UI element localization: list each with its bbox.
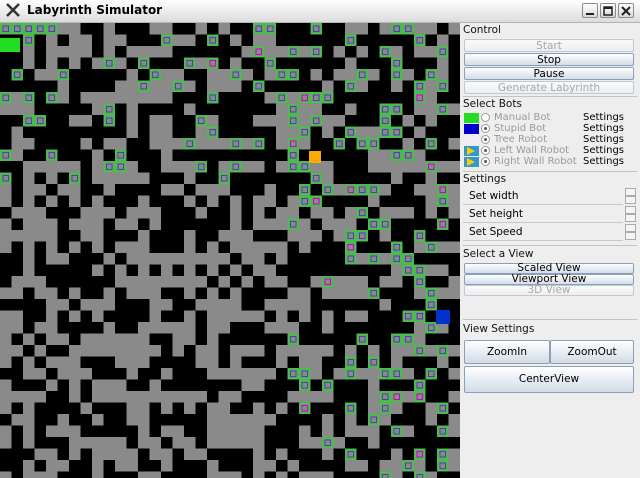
- control-panel: Control Start Stop Pause Generate Labyri…: [460, 23, 640, 478]
- spin-up-icon[interactable]: [625, 224, 636, 232]
- divider: [463, 171, 637, 172]
- left-wall-robot-radio[interactable]: [481, 146, 490, 155]
- set-width-label: Set width: [469, 190, 519, 202]
- maze-viewport[interactable]: [0, 23, 460, 478]
- spin-down-icon[interactable]: [625, 196, 636, 204]
- spin-up-icon[interactable]: [625, 188, 636, 196]
- settings-heading: Settings: [463, 173, 507, 185]
- start-marker: [0, 38, 20, 52]
- spin-down-icon[interactable]: [625, 214, 636, 222]
- set-speed-row[interactable]: Set Speed: [463, 223, 637, 241]
- stupid-bot-marker: [436, 310, 450, 324]
- title-bar: Labyrinth Simulator: [0, 0, 640, 23]
- right-wall-robot-icon: [464, 157, 479, 167]
- set-width-row[interactable]: Set width: [463, 187, 637, 205]
- bot-name: Stupid Bot: [494, 123, 547, 134]
- set-speed-label: Set Speed: [469, 226, 523, 238]
- 3d-view-button[interactable]: 3D View: [464, 285, 634, 296]
- spin-up-icon[interactable]: [625, 206, 636, 214]
- maximize-button[interactable]: [600, 3, 616, 18]
- divider: [463, 319, 637, 320]
- spin-down-icon[interactable]: [625, 232, 636, 240]
- manual-bot-radio[interactable]: [481, 113, 490, 122]
- start-button[interactable]: Start: [464, 39, 634, 52]
- minimize-button[interactable]: [582, 3, 598, 18]
- generate-labyrinth-button[interactable]: Generate Labyrinth: [464, 81, 634, 94]
- bot-row-right-wall[interactable]: Right Wall Robot Settings: [464, 156, 638, 168]
- bot-name: Left Wall Robot: [494, 145, 570, 156]
- minimize-icon: [586, 13, 594, 15]
- bot-settings-link[interactable]: Settings: [583, 123, 624, 134]
- robot-marker: [309, 151, 321, 163]
- maze-canvas: [0, 23, 460, 478]
- stupid-bot-radio[interactable]: [481, 124, 490, 133]
- app-icon: [6, 3, 20, 17]
- maximize-icon: [603, 6, 613, 16]
- bot-name: Manual Bot: [494, 112, 551, 123]
- divider: [463, 245, 637, 246]
- set-height-row[interactable]: Set height: [463, 205, 637, 223]
- select-bots-heading: Select Bots: [463, 98, 522, 110]
- slider-track[interactable]: [463, 240, 623, 241]
- close-button[interactable]: [618, 3, 634, 18]
- divider: [463, 96, 637, 97]
- stop-button[interactable]: Stop: [464, 53, 634, 66]
- center-view-button[interactable]: CenterView: [464, 366, 634, 393]
- bot-name: Right Wall Robot: [494, 156, 577, 167]
- set-height-label: Set height: [469, 208, 524, 220]
- select-view-heading: Select a View: [463, 248, 534, 260]
- control-heading: Control: [463, 24, 501, 36]
- window-title: Labyrinth Simulator: [27, 3, 163, 17]
- stupid-bot-swatch: [464, 124, 479, 134]
- zoom-out-button[interactable]: ZoomOut: [550, 340, 634, 364]
- zoom-in-button[interactable]: ZoomIn: [464, 340, 550, 364]
- right-wall-robot-radio[interactable]: [481, 157, 490, 166]
- left-wall-robot-icon: [464, 146, 479, 156]
- bot-settings-link[interactable]: Settings: [583, 145, 624, 156]
- bot-settings-link[interactable]: Settings: [583, 134, 624, 145]
- bot-name: Tree Robot: [494, 134, 548, 145]
- close-icon: [621, 6, 631, 16]
- bot-settings-link[interactable]: Settings: [583, 112, 624, 123]
- view-settings-heading: View Settings: [463, 323, 535, 335]
- manual-bot-swatch: [464, 113, 479, 123]
- tree-robot-radio[interactable]: [481, 135, 490, 144]
- bot-settings-link[interactable]: Settings: [583, 156, 624, 167]
- pause-button[interactable]: Pause: [464, 67, 634, 80]
